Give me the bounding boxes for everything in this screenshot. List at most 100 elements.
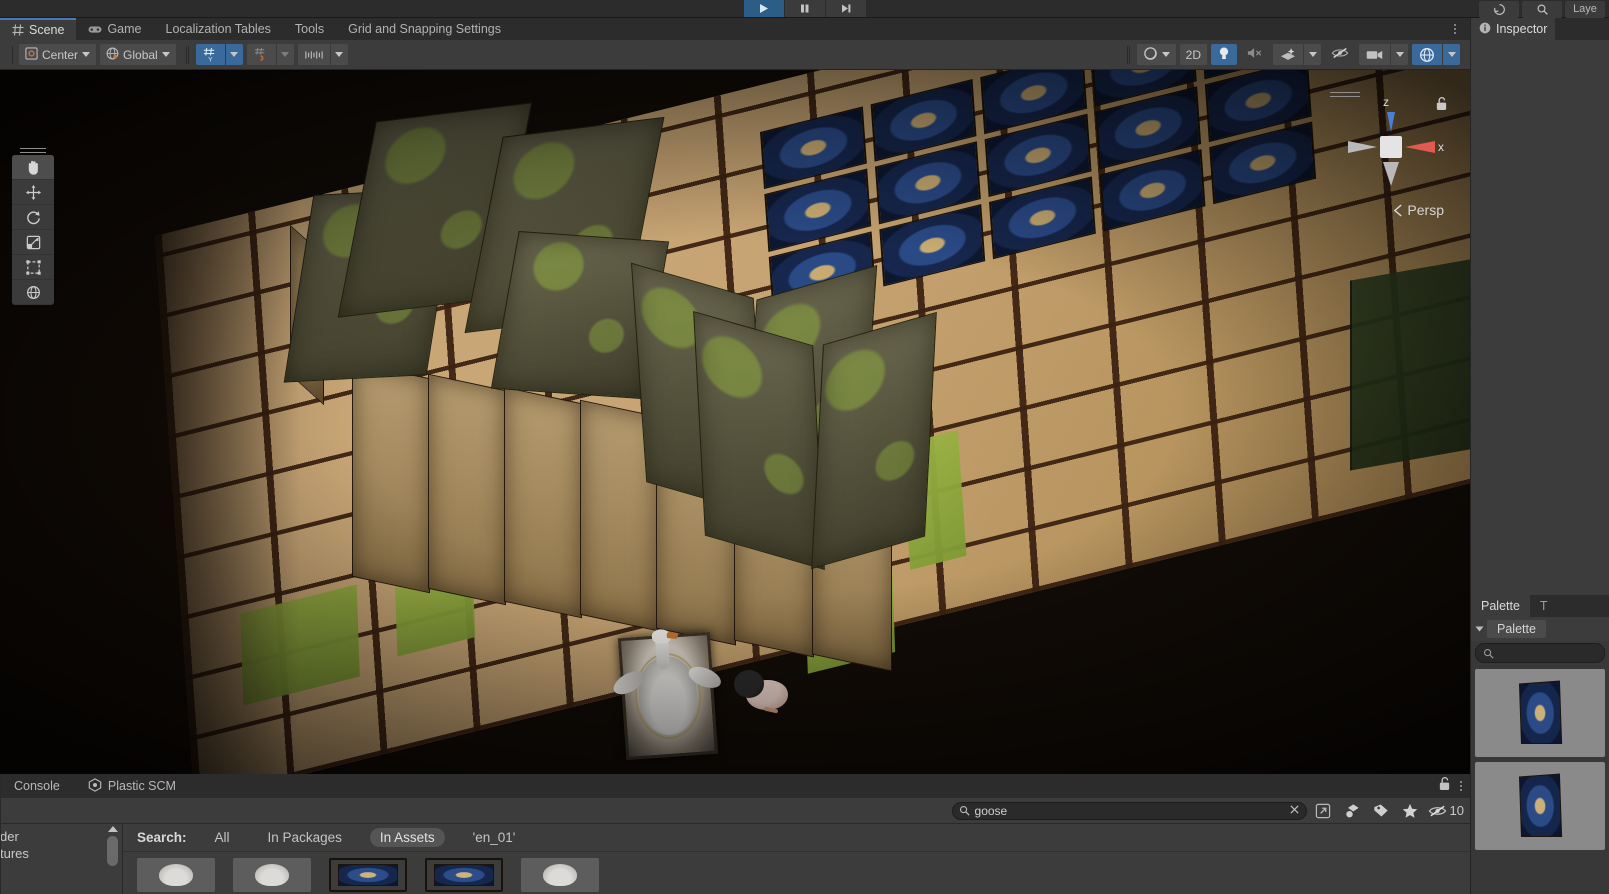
gizmo-drag-handle[interactable] [1330, 90, 1360, 99]
asset-goose-2[interactable] [233, 858, 311, 892]
filter-by-type-button[interactable] [1339, 801, 1365, 821]
camera-dropdown[interactable] [1390, 44, 1408, 65]
tab-palette[interactable]: Palette [1471, 595, 1530, 617]
asset-rug-1[interactable] [329, 858, 407, 892]
snap-increment-control[interactable] [297, 44, 348, 65]
collapse-triangle-icon[interactable] [1475, 626, 1484, 632]
move-tool[interactable] [12, 180, 54, 205]
panel-lock-icon[interactable] [1438, 776, 1451, 796]
eye-off-icon [1428, 805, 1446, 816]
scene-panel: Scene Game Localization Tables Tools Gri… [0, 18, 1470, 792]
pivot-mode-label: Center [42, 47, 79, 62]
audio-mute-toggle[interactable] [1241, 44, 1269, 65]
scene-tab-menu-button[interactable] [1448, 21, 1462, 37]
dock-edge-divider [0, 774, 1, 894]
open-search-window-button[interactable] [1310, 801, 1336, 821]
2d-toggle[interactable]: 2D [1179, 44, 1207, 65]
scene-orientation-gizmo[interactable]: z x Persp [1330, 90, 1450, 218]
chicken-object[interactable] [734, 666, 788, 720]
tab-palette-secondary[interactable]: T [1530, 595, 1558, 617]
chevron-left-icon [1394, 203, 1403, 217]
hand-tool[interactable] [12, 155, 54, 180]
info-icon [1479, 22, 1491, 37]
tab-console[interactable]: Console [0, 774, 74, 798]
effects-dropdown[interactable] [1303, 44, 1321, 65]
snap-increment-dropdown[interactable] [329, 44, 348, 65]
grid-axis-control[interactable]: Y [195, 44, 243, 65]
project-tree-scrollbar[interactable] [107, 826, 118, 890]
goose-card-object[interactable] [609, 628, 724, 761]
scene-wall [504, 386, 582, 619]
kebab-dot [1454, 24, 1456, 26]
grid-axis-dropdown[interactable] [224, 44, 243, 65]
rect-tool[interactable] [12, 255, 54, 280]
gizmos-dropdown[interactable] [1442, 44, 1460, 65]
scene-viewport[interactable]: z x Persp [0, 70, 1470, 792]
project-search-input[interactable]: goose [951, 801, 1307, 820]
palette-search-input[interactable] [1475, 643, 1605, 663]
sphere-icon [1143, 46, 1158, 64]
transform-tool[interactable] [12, 280, 54, 305]
filter-by-label-button[interactable] [1368, 801, 1394, 821]
tab-game[interactable]: Game [76, 18, 153, 40]
panel-menu-button[interactable] [1460, 781, 1462, 791]
tab-inspector[interactable]: Inspector [1471, 18, 1556, 40]
tab-scene[interactable]: Scene [0, 18, 77, 40]
scroll-up-arrow[interactable] [107, 826, 118, 832]
asset-thumbnail [434, 864, 494, 886]
hidden-objects-toggle[interactable] [1325, 44, 1355, 65]
tree-item-textures[interactable]: tures [0, 845, 122, 862]
shading-mode-dropdown[interactable] [1136, 44, 1176, 65]
favorites-button[interactable] [1397, 801, 1423, 821]
scale-tool[interactable] [12, 230, 54, 255]
clear-search-icon[interactable] [1289, 804, 1300, 818]
asset-goose-3[interactable] [521, 858, 599, 892]
play-button[interactable] [743, 0, 784, 17]
lighting-toggle[interactable] [1211, 44, 1237, 65]
grid-snap-dropdown[interactable] [275, 44, 294, 65]
filter-in-assets[interactable]: In Assets [369, 828, 445, 847]
tools-drag-handle[interactable] [20, 146, 46, 155]
hidden-assets-indicator[interactable]: 10 [1426, 803, 1464, 818]
scrollbar-thumb[interactable] [107, 836, 118, 866]
cloud-button[interactable] [1479, 0, 1519, 18]
filter-en-01[interactable]: 'en_01' [463, 828, 526, 847]
effects-control[interactable] [1273, 44, 1321, 65]
chevron-down-icon [161, 52, 170, 57]
grid-snap-control[interactable] [246, 44, 294, 65]
scene-tools-palette [12, 146, 54, 305]
gizmos-control[interactable] [1412, 44, 1460, 65]
pivot-mode-dropdown[interactable]: Center [19, 44, 97, 65]
globe-icon [106, 47, 119, 63]
tab-grid-and-snapping-settings-label: Grid and Snapping Settings [348, 22, 501, 36]
palette-dropdown[interactable]: Palette [1487, 620, 1546, 638]
pause-button[interactable] [784, 0, 825, 17]
tree-item-shader[interactable]: der [0, 828, 122, 845]
filter-in-packages[interactable]: In Packages [258, 828, 352, 847]
rotate-tool[interactable] [12, 205, 54, 230]
tab-tools[interactable]: Tools [283, 18, 336, 40]
gizmo-axes: z x [1348, 95, 1444, 186]
filter-all[interactable]: All [205, 828, 240, 847]
project-folder-tree[interactable]: der tures [0, 824, 122, 894]
layers-dropdown[interactable]: Laye [1565, 0, 1605, 18]
step-button[interactable] [825, 0, 866, 17]
tab-plastic-scm[interactable]: Plastic SCM [74, 774, 190, 798]
tab-grid-and-snapping-settings[interactable]: Grid and Snapping Settings [336, 18, 513, 40]
pivot-rotation-dropdown[interactable]: Global [100, 44, 176, 65]
gizmo-projection-mode[interactable]: Persp [1393, 202, 1444, 218]
tab-localization-tables[interactable]: Localization Tables [154, 18, 283, 40]
palette-tile-thumbnail [1518, 773, 1563, 838]
palette-tile-rug-2[interactable] [1475, 762, 1605, 850]
palette-tab-bar: Palette T [1471, 595, 1609, 617]
project-body: der tures Search: All In Packages In Ass… [0, 824, 1470, 894]
kebab-dot [1460, 781, 1462, 783]
search-button[interactable] [1522, 0, 1562, 18]
scene-camera-control[interactable] [1359, 44, 1408, 65]
asset-rug-2[interactable] [425, 858, 503, 892]
asset-goose-1[interactable] [137, 858, 215, 892]
inspector-body [1471, 40, 1609, 595]
palette-tile-rug-1[interactable] [1475, 669, 1605, 757]
scene-lock-icon[interactable] [1435, 96, 1448, 116]
gizmos-icon [1412, 44, 1442, 65]
